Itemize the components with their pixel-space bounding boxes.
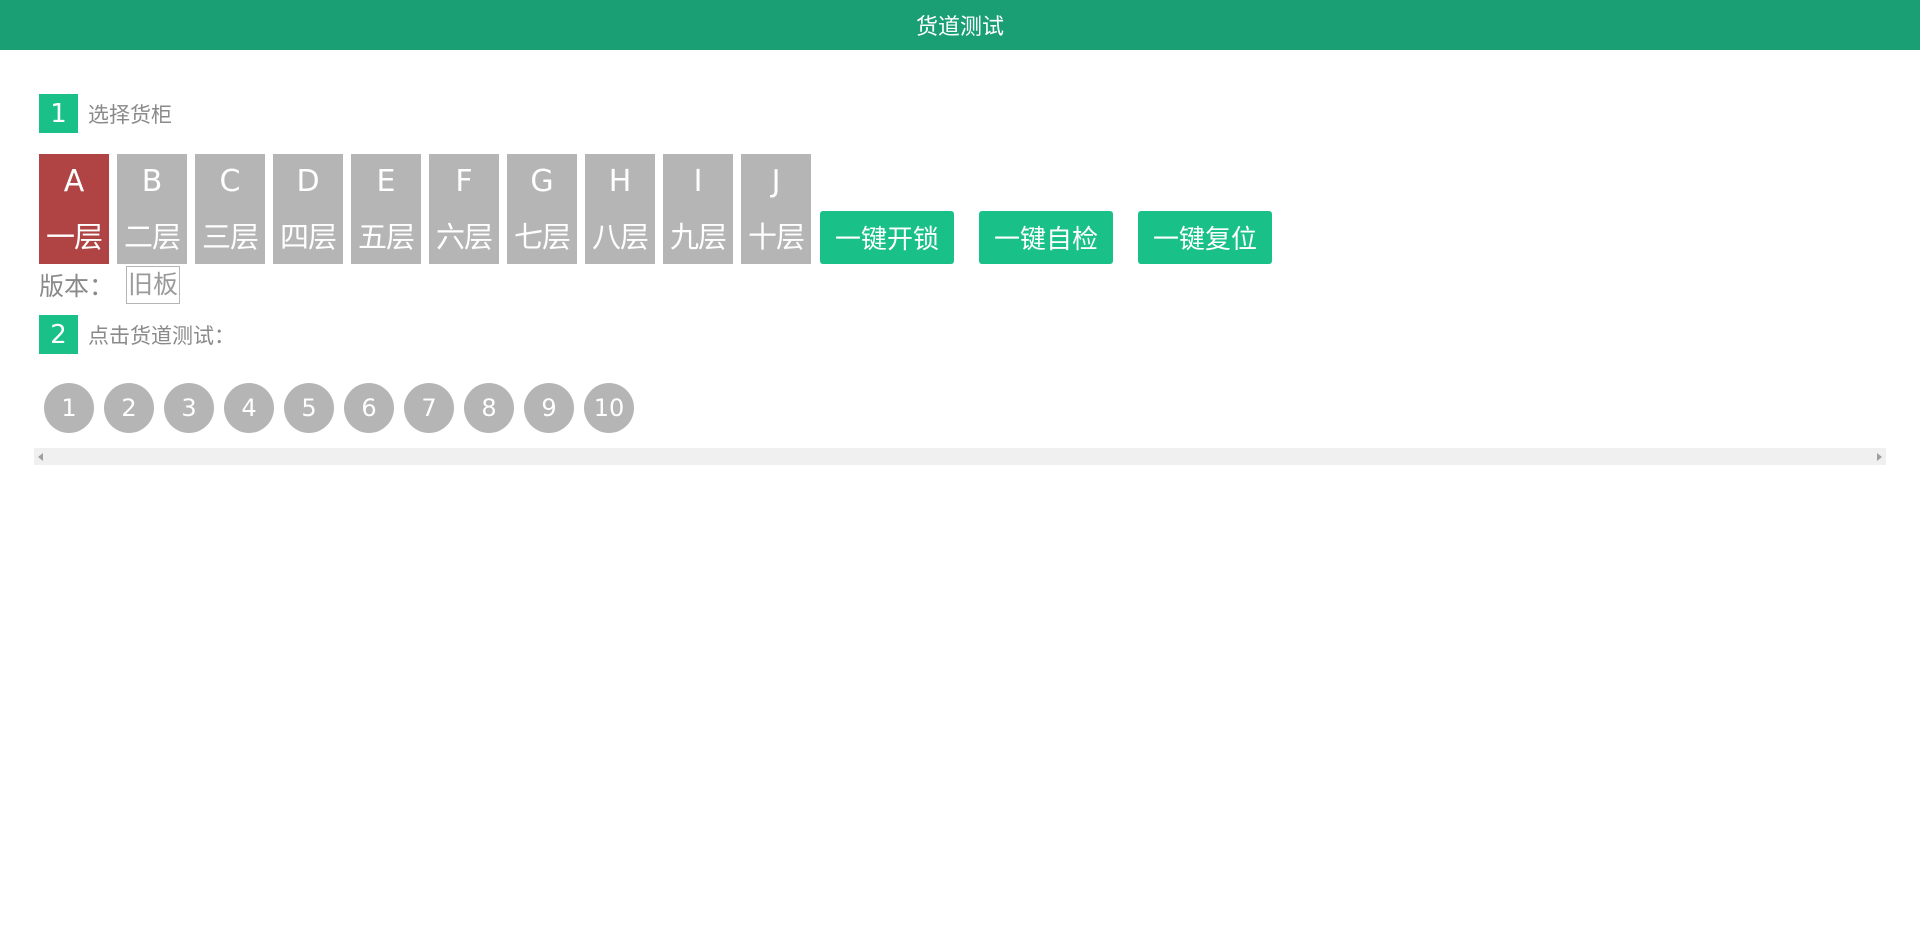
- cabinet-i[interactable]: I 九层: [663, 154, 733, 264]
- cabinet-layer: 九层: [669, 220, 727, 254]
- cabinet-letter: F: [455, 164, 473, 199]
- top-bar: 货道测试: [0, 0, 1920, 50]
- reset-button[interactable]: 一键复位: [1138, 211, 1272, 264]
- cabinet-layer: 十层: [747, 220, 805, 254]
- cabinet-layer: 一层: [45, 220, 103, 254]
- cabinet-layer: 六层: [435, 220, 493, 254]
- step-label: 点击货道测试：: [88, 323, 235, 348]
- lane-button-6[interactable]: 6: [344, 383, 394, 433]
- self-check-button[interactable]: 一键自检: [979, 211, 1113, 264]
- cabinet-g[interactable]: G 七层: [507, 154, 577, 264]
- cabinet-letter: G: [530, 164, 554, 199]
- cabinet-layer: 二层: [123, 220, 181, 254]
- cabinet-a[interactable]: A 一层: [39, 154, 109, 264]
- lane-button-7[interactable]: 7: [404, 383, 454, 433]
- cabinet-h[interactable]: H 八层: [585, 154, 655, 264]
- cabinet-e[interactable]: E 五层: [351, 154, 421, 264]
- scroll-left-arrow-icon[interactable]: [38, 452, 43, 461]
- horizontal-scrollbar[interactable]: [34, 448, 1886, 465]
- lane-button-8[interactable]: 8: [464, 383, 514, 433]
- cabinet-layer: 五层: [357, 220, 415, 254]
- version-label: 版本：: [39, 272, 115, 301]
- cabinet-b[interactable]: B 二层: [117, 154, 187, 264]
- cabinet-letter: I: [693, 164, 703, 199]
- cabinet-c[interactable]: C 三层: [195, 154, 265, 264]
- cabinet-letter: H: [608, 164, 632, 199]
- step-test-lanes: 2 点击货道测试：: [39, 315, 1889, 354]
- cabinet-selector: A 一层 B 二层 C 三层 D 四层 E 五层 F 六层 G 七层 H 八层: [39, 154, 1889, 264]
- page-title: 货道测试: [915, 15, 1004, 40]
- version-row: 版本： 旧板: [39, 266, 1889, 304]
- lane-button-4[interactable]: 4: [224, 383, 274, 433]
- cabinet-layer: 三层: [201, 220, 259, 254]
- cabinet-layer: 四层: [279, 220, 337, 254]
- lane-button-1[interactable]: 1: [44, 383, 94, 433]
- step-number-badge: 2: [39, 315, 78, 354]
- cabinet-letter: B: [141, 164, 163, 199]
- cabinet-f[interactable]: F 六层: [429, 154, 499, 264]
- cabinet-layer: 七层: [513, 220, 571, 254]
- lane-button-3[interactable]: 3: [164, 383, 214, 433]
- cabinet-letter: J: [771, 164, 781, 199]
- scroll-right-arrow-icon[interactable]: [1877, 452, 1882, 461]
- cabinet-letter: C: [219, 164, 241, 199]
- lane-button-2[interactable]: 2: [104, 383, 154, 433]
- lane-button-5[interactable]: 5: [284, 383, 334, 433]
- lane-button-9[interactable]: 9: [524, 383, 574, 433]
- unlock-all-button[interactable]: 一键开锁: [820, 211, 954, 264]
- lane-buttons: 1 2 3 4 5 6 7 8 9 10: [44, 383, 1889, 433]
- version-value[interactable]: 旧板: [126, 266, 181, 304]
- cabinet-j[interactable]: J 十层: [741, 154, 811, 264]
- cabinet-letter: E: [376, 164, 396, 199]
- step-number-badge: 1: [39, 94, 78, 133]
- step-label: 选择货柜: [88, 102, 172, 127]
- cabinet-d[interactable]: D 四层: [273, 154, 343, 264]
- step-select-cabinet: 1 选择货柜: [39, 94, 1889, 133]
- cabinet-letter: D: [296, 164, 320, 199]
- cabinet-letter: A: [63, 164, 85, 199]
- cabinet-layer: 八层: [591, 220, 649, 254]
- main-content: 1 选择货柜 A 一层 B 二层 C 三层 D 四层 E 五层 F 六层 G 七: [39, 94, 1889, 433]
- lane-button-10[interactable]: 10: [584, 383, 634, 433]
